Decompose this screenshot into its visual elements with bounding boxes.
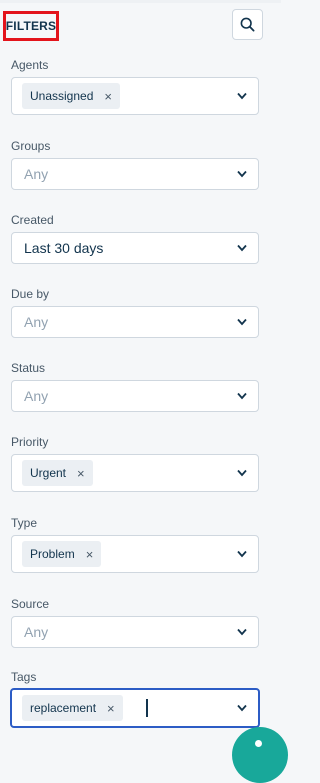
help-widget-icon: [255, 740, 262, 747]
priority-chip-remove-icon[interactable]: ×: [77, 467, 85, 480]
chevron-down-icon: [237, 244, 247, 252]
search-icon: [240, 17, 255, 32]
source-placeholder: Any: [24, 624, 49, 640]
due-by-select[interactable]: Any: [11, 306, 259, 338]
priority-chip: Urgent ×: [22, 460, 93, 486]
help-widget-button[interactable]: [232, 727, 288, 783]
filters-title-text: FILTERS: [5, 19, 57, 33]
text-caret: [146, 699, 148, 717]
status-select[interactable]: Any: [11, 380, 259, 412]
type-select[interactable]: Problem ×: [11, 535, 259, 573]
chevron-down-icon: [237, 628, 247, 636]
status-placeholder: Any: [24, 388, 49, 404]
created-value: Last 30 days: [24, 240, 104, 256]
chevron-down-icon: [237, 550, 247, 558]
chevron-down-icon: [237, 318, 247, 326]
status-label: Status: [11, 361, 46, 375]
agents-chip-label: Unassigned: [30, 89, 94, 103]
type-chip-label: Problem: [30, 547, 75, 561]
chevron-down-icon: [237, 704, 247, 712]
agents-select[interactable]: Unassigned ×: [11, 77, 259, 115]
agents-chip: Unassigned ×: [22, 83, 120, 109]
source-label: Source: [11, 597, 50, 611]
chevron-down-icon: [237, 392, 247, 400]
groups-select[interactable]: Any: [11, 158, 259, 190]
created-label: Created: [11, 213, 54, 227]
created-select[interactable]: Last 30 days: [11, 232, 259, 264]
type-chip: Problem ×: [22, 541, 102, 567]
type-chip-remove-icon[interactable]: ×: [86, 548, 94, 561]
tags-chip: replacement ×: [22, 695, 123, 721]
due-by-label: Due by: [11, 287, 50, 301]
source-select[interactable]: Any: [11, 616, 259, 648]
chevron-down-icon: [237, 92, 247, 100]
tags-chip-remove-icon[interactable]: ×: [107, 702, 115, 715]
chevron-down-icon: [237, 170, 247, 178]
filters-title: FILTERS: [3, 11, 59, 41]
agents-label: Agents: [11, 58, 49, 72]
agents-chip-remove-icon[interactable]: ×: [104, 90, 112, 103]
tags-chip-label: replacement: [30, 701, 97, 715]
groups-placeholder: Any: [24, 166, 49, 182]
due-by-placeholder: Any: [24, 314, 49, 330]
tags-label: Tags: [11, 670, 37, 684]
priority-label: Priority: [11, 435, 49, 449]
top-strip: [0, 0, 281, 3]
type-label: Type: [11, 516, 38, 530]
search-button[interactable]: [232, 9, 263, 40]
groups-label: Groups: [11, 139, 51, 153]
priority-select[interactable]: Urgent ×: [11, 454, 259, 492]
priority-chip-label: Urgent: [30, 466, 67, 480]
chevron-down-icon: [237, 469, 247, 477]
tags-input[interactable]: replacement ×: [10, 688, 260, 728]
